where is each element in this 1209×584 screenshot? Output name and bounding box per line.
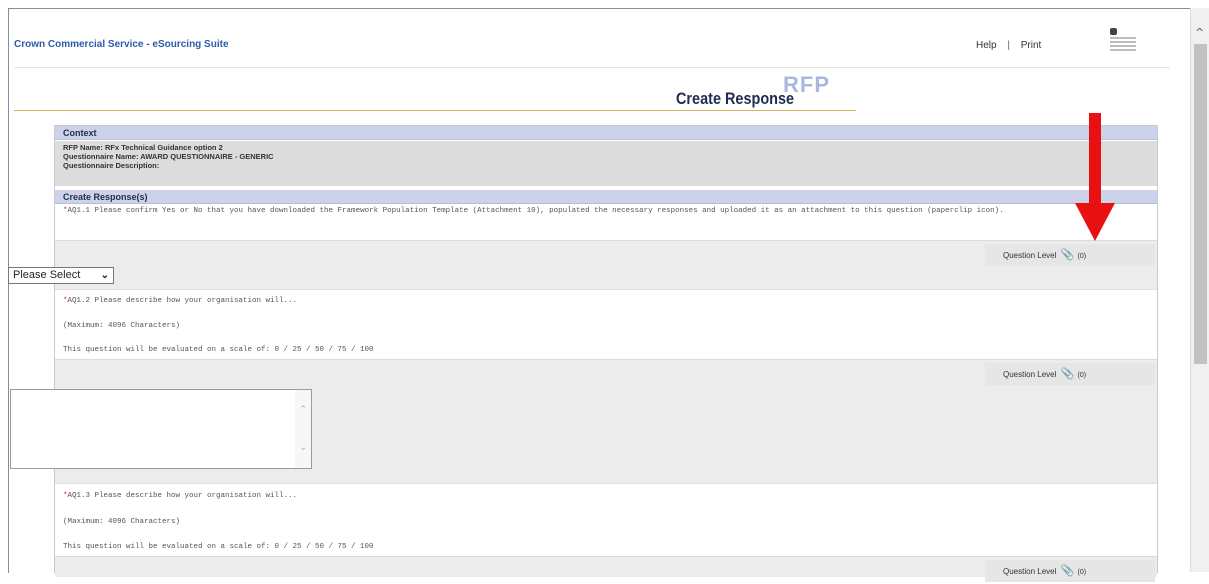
question-text: AQ1.1 Please confirm Yes or No that you … bbox=[67, 207, 1004, 215]
response-panel: Context RFP Name: RFx Technical Guidance… bbox=[54, 125, 1158, 582]
attachment-count: (0) bbox=[1077, 372, 1087, 379]
q1-yes-no-select[interactable]: Please Select ⌄ bbox=[8, 267, 114, 284]
q3-maximum: (Maximum: 4096 Characters) bbox=[63, 518, 181, 526]
print-link[interactable]: Print bbox=[1021, 40, 1042, 51]
help-link[interactable]: Help bbox=[976, 40, 997, 51]
question-aq1-2: *AQ1.2 Please describe how your organisa… bbox=[63, 296, 297, 306]
attachment-count: (0) bbox=[1077, 569, 1087, 576]
chevron-down-icon[interactable]: ⌄ bbox=[299, 442, 307, 453]
link-separator: | bbox=[1007, 40, 1010, 51]
question-level-label: Question Level bbox=[1003, 370, 1057, 379]
q2-response-textarea[interactable]: ⌃ ⌄ bbox=[10, 389, 312, 469]
scrollbar-thumb[interactable] bbox=[1194, 44, 1207, 364]
red-arrow-annotation bbox=[1075, 113, 1115, 243]
rfp-name: RFP Name: RFx Technical Guidance option … bbox=[63, 143, 223, 152]
paperclip-icon[interactable]: 📎 bbox=[1061, 368, 1075, 380]
crown-commercial-service-logo bbox=[1108, 28, 1148, 66]
q3-scale: This question will be evaluated on a sca… bbox=[63, 543, 374, 551]
questionnaire-name: Questionnaire Name: AWARD QUESTIONNAIRE … bbox=[63, 152, 274, 161]
select-value: Please Select bbox=[13, 269, 81, 281]
context-details: RFP Name: RFx Technical Guidance option … bbox=[55, 141, 1157, 186]
chevron-down-icon: ⌄ bbox=[100, 270, 109, 281]
question-text: AQ1.3 Please describe how your organisat… bbox=[67, 492, 298, 500]
question-aq1-3: *AQ1.3 Please describe how your organisa… bbox=[63, 491, 297, 501]
question-level-attachment[interactable]: Question Level 📎 (0) bbox=[985, 560, 1155, 582]
attachment-count: (0) bbox=[1077, 253, 1087, 260]
q2-maximum: (Maximum: 4096 Characters) bbox=[63, 322, 181, 330]
header-links: Help | Print bbox=[976, 40, 1041, 51]
q2-scale: This question will be evaluated on a sca… bbox=[63, 346, 374, 354]
create-responses-heading: Create Response(s) bbox=[55, 190, 1157, 204]
paperclip-icon[interactable]: 📎 bbox=[1061, 249, 1075, 261]
chevron-up-icon[interactable]: ⌃ bbox=[299, 404, 307, 415]
page-title: Create Response bbox=[676, 89, 795, 108]
title-divider bbox=[14, 110, 856, 111]
paperclip-icon[interactable]: 📎 bbox=[1061, 565, 1075, 577]
context-heading: Context bbox=[55, 126, 1157, 140]
question-level-attachment[interactable]: Question Level 📎 (0) bbox=[985, 244, 1155, 266]
question-aq1-1: *AQ1.1 Please confirm Yes or No that you… bbox=[63, 206, 1143, 216]
question-level-attachment[interactable]: Question Level 📎 (0) bbox=[985, 363, 1155, 385]
questionnaire-description: Questionnaire Description: bbox=[63, 161, 160, 170]
page-scrollbar[interactable]: ^ bbox=[1190, 8, 1209, 572]
scroll-up-icon[interactable]: ^ bbox=[1195, 26, 1204, 39]
brand-title[interactable]: Crown Commercial Service - eSourcing Sui… bbox=[14, 39, 229, 50]
question-text: AQ1.2 Please describe how your organisat… bbox=[67, 297, 298, 305]
textarea-scrollbar[interactable]: ⌃ ⌄ bbox=[295, 390, 311, 468]
question-level-label: Question Level bbox=[1003, 251, 1057, 260]
header-divider bbox=[14, 67, 1170, 68]
